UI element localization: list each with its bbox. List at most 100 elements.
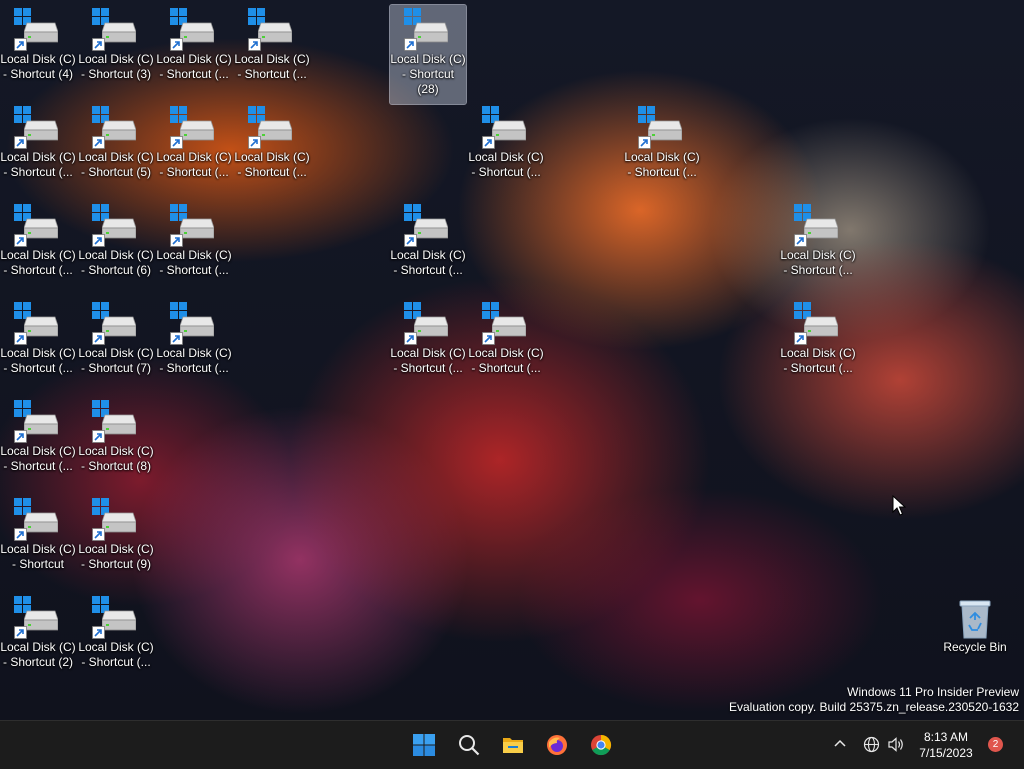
local-disk-shortcut-icon xyxy=(482,302,530,346)
local-disk-shortcut-icon xyxy=(248,8,296,52)
desktop-icon-label: Local Disk (C) - Shortcut (... xyxy=(78,640,154,669)
desktop-icon-shortcut[interactable]: Local Disk (C) - Shortcut (2) xyxy=(0,593,76,689)
local-disk-shortcut-icon xyxy=(638,106,686,150)
desktop-icon-label: Local Disk (C) - Shortcut (... xyxy=(0,444,76,473)
desktop-icon-label: Local Disk (C) - Shortcut (8) xyxy=(78,444,154,473)
desktop-icon-label: Local Disk (C) - Shortcut (4) xyxy=(0,52,76,81)
local-disk-shortcut-icon xyxy=(170,106,218,150)
desktop-icon-label: Local Disk (C) - Shortcut (... xyxy=(390,346,466,375)
firefox-button[interactable] xyxy=(539,727,575,763)
desktop-icon-shortcut[interactable]: Local Disk (C) - Shortcut (3) xyxy=(78,5,154,101)
start-button[interactable] xyxy=(406,727,442,763)
build-watermark: Windows 11 Pro Insider Preview Evaluatio… xyxy=(729,685,1019,715)
search-icon xyxy=(459,735,480,756)
desktop-icon-label: Local Disk (C) - Shortcut (... xyxy=(0,346,76,375)
local-disk-shortcut-icon xyxy=(170,204,218,248)
local-disk-shortcut-icon xyxy=(404,204,452,248)
desktop-icon-shortcut[interactable]: Local Disk (C) - Shortcut (... xyxy=(0,299,76,395)
local-disk-shortcut-icon xyxy=(92,8,140,52)
local-disk-shortcut-icon xyxy=(14,106,62,150)
desktop-icon-label: Local Disk (C) - Shortcut xyxy=(0,542,76,571)
desktop-icon-label: Local Disk (C) - Shortcut (28) xyxy=(390,52,466,96)
desktop-icon-shortcut[interactable]: Local Disk (C) - Shortcut (8) xyxy=(78,397,154,493)
clock-date: 7/15/2023 xyxy=(919,746,973,760)
folder-icon xyxy=(503,738,523,753)
desktop-icon-shortcut[interactable]: Local Disk (C) - Shortcut (... xyxy=(0,103,76,199)
taskbar: 8:13 AM 7/15/2023 2 xyxy=(0,720,1024,769)
desktop-icon-label: Local Disk (C) - Shortcut (... xyxy=(468,346,544,375)
chevron-up-icon[interactable] xyxy=(832,736,848,752)
desktop-icon-label: Local Disk (C) - Shortcut (7) xyxy=(78,346,154,375)
desktop-icon-label: Local Disk (C) - Shortcut (... xyxy=(624,150,700,179)
desktop-icon-label: Local Disk (C) - Shortcut (... xyxy=(234,52,310,81)
desktop-icon-shortcut[interactable]: Local Disk (C) - Shortcut (... xyxy=(468,103,544,199)
desktop-icon-label: Local Disk (C) - Shortcut (... xyxy=(780,248,856,277)
desktop-icon-shortcut[interactable]: Local Disk (C) - Shortcut (... xyxy=(0,397,76,493)
desktop-icon-shortcut[interactable]: Local Disk (C) - Shortcut (... xyxy=(78,593,154,689)
local-disk-shortcut-icon xyxy=(92,400,140,444)
desktop-icon-shortcut[interactable]: Local Disk (C) - Shortcut (4) xyxy=(0,5,76,101)
local-disk-shortcut-icon xyxy=(92,596,140,640)
desktop-icon-shortcut[interactable]: Local Disk (C) - Shortcut (... xyxy=(780,299,856,395)
desktop-icon-shortcut[interactable]: Local Disk (C) - Shortcut (... xyxy=(468,299,544,395)
search-button[interactable] xyxy=(451,727,487,763)
desktop-icon-label: Local Disk (C) - Shortcut (... xyxy=(156,248,232,277)
local-disk-shortcut-icon xyxy=(248,106,296,150)
desktop-icon-shortcut[interactable]: Local Disk (C) - Shortcut (... xyxy=(0,201,76,297)
desktop-icon-shortcut[interactable]: Local Disk (C) - Shortcut (7) xyxy=(78,299,154,395)
desktop-icon-label: Local Disk (C) - Shortcut (... xyxy=(780,346,856,375)
desktop-icon-shortcut[interactable]: Local Disk (C) - Shortcut (... xyxy=(156,103,232,199)
local-disk-shortcut-icon xyxy=(14,204,62,248)
local-disk-shortcut-icon xyxy=(170,8,218,52)
desktop-icon-shortcut[interactable]: Local Disk (C) - Shortcut (... xyxy=(156,201,232,297)
local-disk-shortcut-icon xyxy=(794,302,842,346)
desktop-icon-shortcut[interactable]: Local Disk (C) - Shortcut xyxy=(0,495,76,591)
desktop-icon-shortcut[interactable]: Local Disk (C) - Shortcut (... xyxy=(156,299,232,395)
notification-badge[interactable]: 2 xyxy=(988,737,1003,752)
desktop-icon-shortcut[interactable]: Local Disk (C) - Shortcut (... xyxy=(234,103,310,199)
desktop-icon-shortcut[interactable]: Local Disk (C) - Shortcut (... xyxy=(390,299,466,395)
taskbar-clock[interactable]: 8:13 AM 7/15/2023 xyxy=(910,729,982,761)
desktop-icon-shortcut[interactable]: Local Disk (C) - Shortcut (... xyxy=(156,5,232,101)
desktop-icon-shortcut[interactable]: Local Disk (C) - Shortcut (5) xyxy=(78,103,154,199)
desktop-icon-shortcut[interactable]: Local Disk (C) - Shortcut (9) xyxy=(78,495,154,591)
recycle-bin-icon xyxy=(959,600,991,639)
local-disk-shortcut-icon xyxy=(14,400,62,444)
desktop-icon-label: Local Disk (C) - Shortcut (... xyxy=(156,150,232,179)
desktop-icon-shortcut[interactable]: Local Disk (C) - Shortcut (... xyxy=(390,201,466,297)
desktop-icon-shortcut[interactable]: Local Disk (C) - Shortcut (... xyxy=(234,5,310,101)
windows-logo-icon xyxy=(413,734,435,756)
recycle-bin[interactable]: Recycle Bin xyxy=(940,596,1010,666)
desktop-icon-label: Local Disk (C) - Shortcut (5) xyxy=(78,150,154,179)
watermark-build: Evaluation copy. Build 25375.zn_release.… xyxy=(729,700,1019,714)
local-disk-shortcut-icon xyxy=(14,498,62,542)
local-disk-shortcut-icon xyxy=(92,204,140,248)
desktop-icon-label: Local Disk (C) - Shortcut (... xyxy=(234,150,310,179)
desktop[interactable]: Local Disk (C) - Shortcut (4) Local Disk… xyxy=(0,0,1024,720)
desktop-icon-label: Local Disk (C) - Shortcut (6) xyxy=(78,248,154,277)
desktop-icon-label: Local Disk (C) - Shortcut (9) xyxy=(78,542,154,571)
clock-time: 8:13 AM xyxy=(923,730,969,744)
local-disk-shortcut-icon xyxy=(14,8,62,52)
volume-icon[interactable] xyxy=(887,736,905,753)
local-disk-shortcut-icon xyxy=(92,498,140,542)
recycle-bin-label: Recycle Bin xyxy=(943,640,1007,654)
firefox-icon xyxy=(547,735,567,755)
watermark-edition: Windows 11 Pro Insider Preview xyxy=(847,685,1019,699)
local-disk-shortcut-icon xyxy=(170,302,218,346)
desktop-icon-label: Local Disk (C) - Shortcut (... xyxy=(0,150,76,179)
desktop-icon-shortcut-selected[interactable]: Local Disk (C) - Shortcut (28) xyxy=(389,4,467,105)
desktop-icon-shortcut[interactable]: Local Disk (C) - Shortcut (6) xyxy=(78,201,154,297)
chrome-button[interactable] xyxy=(583,727,619,763)
desktop-icon-label: Local Disk (C) - Shortcut (... xyxy=(156,346,232,375)
desktop-icon-label: Local Disk (C) - Shortcut (... xyxy=(468,150,544,179)
desktop-icon-shortcut[interactable]: Local Disk (C) - Shortcut (... xyxy=(624,103,700,199)
desktop-icon-label: Local Disk (C) - Shortcut (3) xyxy=(78,52,154,81)
local-disk-shortcut-icon xyxy=(482,106,530,150)
mouse-pointer-icon xyxy=(892,495,906,516)
desktop-icon-shortcut[interactable]: Local Disk (C) - Shortcut (... xyxy=(780,201,856,297)
network-globe-icon[interactable] xyxy=(863,736,880,753)
local-disk-shortcut-icon xyxy=(404,8,452,52)
desktop-icon-label: Local Disk (C) - Shortcut (... xyxy=(0,248,76,277)
file-explorer-button[interactable] xyxy=(495,727,531,763)
